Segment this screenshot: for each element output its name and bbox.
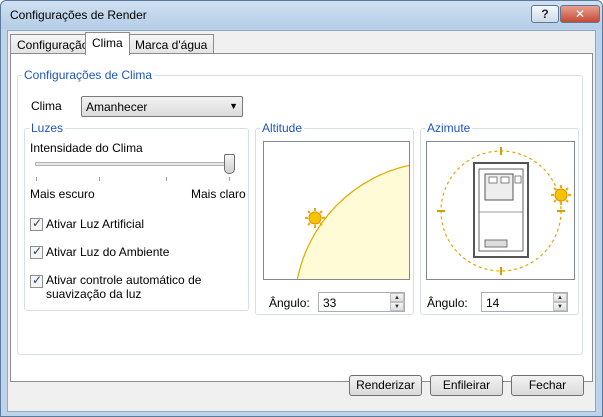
- artificial-light-label: Ativar Luz Artificial: [46, 217, 145, 231]
- queue-button[interactable]: Enfileirar: [430, 375, 503, 396]
- lights-caption: Luzes: [29, 121, 66, 135]
- tab-clima[interactable]: Clima: [85, 32, 130, 55]
- climate-settings-caption: Configurações de Clima: [22, 68, 155, 82]
- sun-icon[interactable]: [305, 208, 325, 228]
- altitude-angle-spinner[interactable]: 33 ▲ ▼: [318, 292, 405, 312]
- altitude-angle-value: 33: [323, 296, 337, 310]
- altitude-diagram: [296, 164, 409, 279]
- slider-tick: [166, 177, 167, 181]
- spin-up-icon[interactable]: ▲: [390, 293, 404, 302]
- intensity-slider-track[interactable]: [35, 162, 235, 166]
- clima-tab-panel: Configurações de Clima Clima Amanhecer ▼…: [10, 53, 593, 382]
- window-title: Configurações de Render: [10, 8, 147, 22]
- azimute-caption: Azimute: [425, 121, 473, 135]
- checkmark-icon: ✓: [32, 273, 43, 287]
- azimute-canvas[interactable]: [426, 141, 575, 280]
- title-bar: Configurações de Render ? ✕: [1, 1, 602, 29]
- azimute-diagram: [437, 147, 571, 275]
- floor-plan-icon: [473, 162, 529, 258]
- clima-select-value: Amanhecer: [86, 100, 148, 114]
- spin-up-icon[interactable]: ▲: [553, 293, 567, 302]
- chevron-down-icon: ▼: [229, 101, 238, 111]
- climate-settings-group: Configurações de Clima Clima Amanhecer ▼…: [17, 68, 583, 355]
- slider-tick: [229, 177, 230, 181]
- azimute-angle-spinner[interactable]: 14 ▲ ▼: [481, 292, 568, 312]
- intensity-label: Intensidade do Clima: [30, 141, 143, 155]
- render-settings-window: Configurações de Render ? ✕ Configuração…: [0, 0, 603, 417]
- artificial-light-checkbox[interactable]: ✓: [30, 216, 43, 231]
- dialog-client-area: Configuração Clima Marca d'água Configur…: [7, 30, 596, 412]
- help-button[interactable]: ?: [531, 5, 559, 23]
- checkmark-icon: ✓: [32, 244, 43, 258]
- tab-configuracao[interactable]: Configuração: [10, 34, 96, 54]
- azimute-angle-value: 14: [486, 296, 500, 310]
- close-window-button[interactable]: ✕: [560, 5, 600, 23]
- altitude-group: Altitude Ângulo: 33 ▲ ▼: [255, 121, 414, 315]
- altitude-caption: Altitude: [260, 121, 305, 135]
- auto-smoothing-checkbox[interactable]: ✓: [30, 273, 43, 288]
- checkmark-icon: ✓: [32, 216, 43, 230]
- intensity-min-label: Mais escuro: [30, 187, 95, 201]
- spin-down-icon[interactable]: ▼: [390, 302, 404, 311]
- lights-group: Luzes Intensidade do Clima Mais escuro M…: [24, 121, 249, 311]
- slider-tick: [36, 177, 37, 181]
- clima-select[interactable]: Amanhecer ▼: [81, 96, 243, 117]
- sun-icon[interactable]: [551, 185, 571, 205]
- ambient-light-checkbox[interactable]: ✓: [30, 244, 43, 259]
- intensity-slider-thumb[interactable]: [224, 154, 235, 174]
- ambient-light-label: Ativar Luz do Ambiente: [46, 245, 170, 259]
- render-button[interactable]: Renderizar: [349, 375, 422, 396]
- auto-smoothing-label: Ativar controle automático de suavização…: [46, 273, 202, 301]
- intensity-max-label: Mais claro: [191, 187, 246, 201]
- azimute-group: Azimute Ângulo: 14 ▲ ▼: [420, 121, 579, 315]
- slider-tick: [99, 177, 100, 181]
- tab-marca-dagua[interactable]: Marca d'água: [128, 34, 215, 54]
- altitude-angle-label: Ângulo:: [269, 296, 310, 310]
- spin-down-icon[interactable]: ▼: [553, 302, 567, 311]
- close-button[interactable]: Fechar: [511, 375, 584, 396]
- altitude-canvas[interactable]: [263, 141, 410, 280]
- clima-label: Clima: [31, 99, 62, 113]
- azimute-angle-label: Ângulo:: [427, 296, 468, 310]
